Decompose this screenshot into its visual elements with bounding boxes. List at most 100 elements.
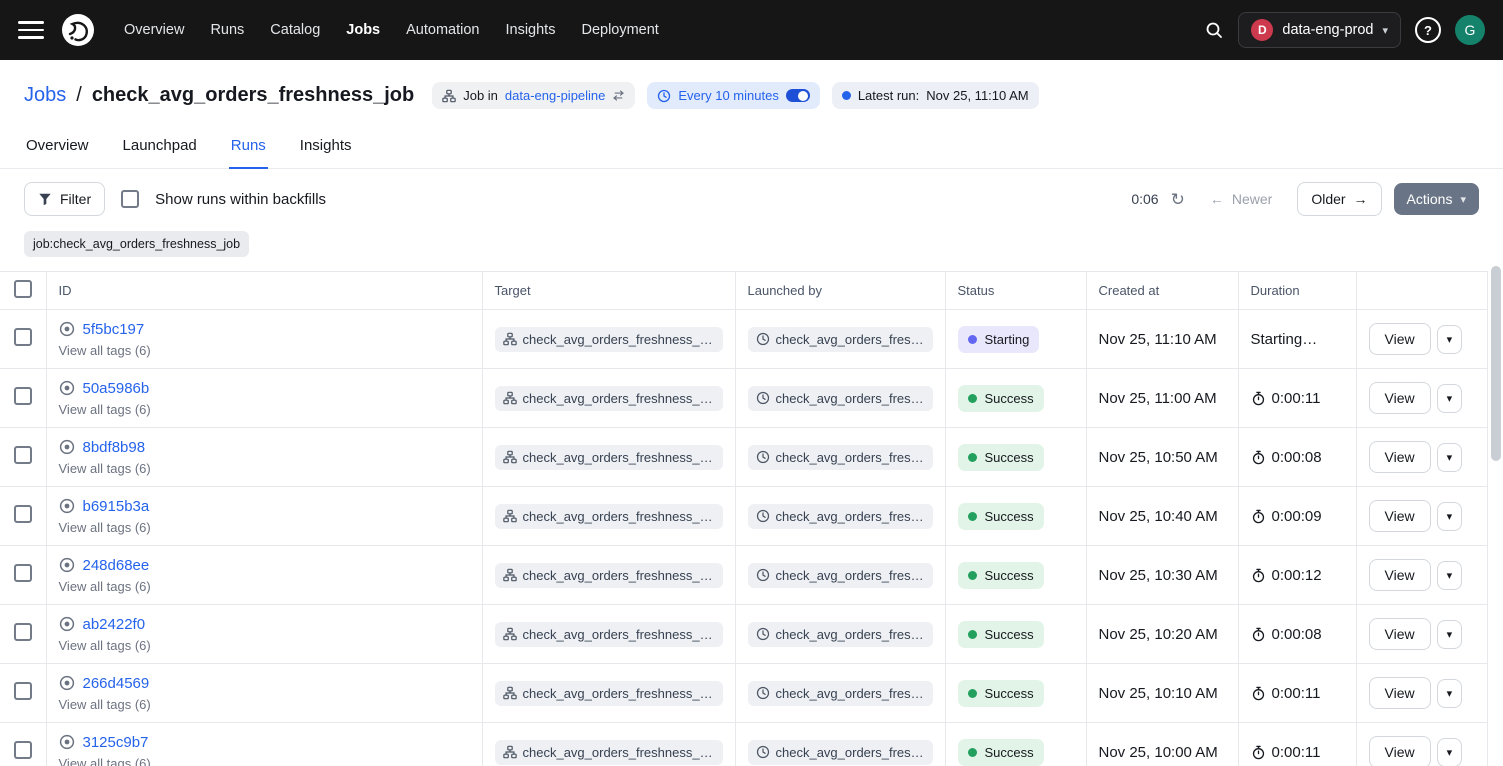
- row-checkbox[interactable]: [14, 682, 32, 700]
- breadcrumb-jobs-link[interactable]: Jobs: [24, 84, 66, 107]
- filter-button[interactable]: Filter: [24, 182, 105, 216]
- row-checkbox[interactable]: [14, 741, 32, 759]
- view-button[interactable]: View: [1369, 323, 1431, 355]
- select-all-checkbox[interactable]: [14, 280, 32, 298]
- launched-by-chip[interactable]: check_avg_orders_freshn…: [748, 740, 933, 765]
- view-dropdown-button[interactable]: ▾: [1437, 620, 1463, 649]
- target-chip[interactable]: check_avg_orders_freshness_job: [495, 327, 723, 352]
- view-all-tags-link[interactable]: View all tags (6): [59, 756, 470, 766]
- status-badge: Success: [958, 444, 1044, 471]
- launched-by-chip[interactable]: check_avg_orders_freshn…: [748, 622, 933, 647]
- launched-by-chip[interactable]: check_avg_orders_freshn…: [748, 445, 933, 470]
- help-icon[interactable]: ?: [1415, 17, 1441, 43]
- job-filter-tag[interactable]: job:check_avg_orders_freshness_job: [24, 231, 249, 257]
- view-dropdown-button[interactable]: ▾: [1437, 384, 1463, 413]
- tab-insights[interactable]: Insights: [298, 137, 354, 168]
- search-icon[interactable]: [1204, 20, 1224, 40]
- target-chip[interactable]: check_avg_orders_freshness_job: [495, 563, 723, 588]
- nav-item-overview[interactable]: Overview: [124, 22, 184, 38]
- view-button[interactable]: View: [1369, 618, 1431, 650]
- target-chip[interactable]: check_avg_orders_freshness_job: [495, 740, 723, 765]
- run-status-icon: [59, 321, 75, 337]
- run-id-link[interactable]: ab2422f0: [83, 616, 146, 633]
- dagster-logo[interactable]: [60, 12, 96, 48]
- row-checkbox[interactable]: [14, 564, 32, 582]
- latest-run-time: Nov 25, 11:10 AM: [926, 88, 1028, 103]
- view-button[interactable]: View: [1369, 382, 1431, 414]
- view-button[interactable]: View: [1369, 736, 1431, 766]
- view-button[interactable]: View: [1369, 559, 1431, 591]
- view-all-tags-link[interactable]: View all tags (6): [59, 579, 470, 594]
- hamburger-menu-icon[interactable]: [18, 18, 44, 42]
- nav-item-insights[interactable]: Insights: [505, 22, 555, 38]
- status-dot: [968, 689, 977, 698]
- view-button[interactable]: View: [1369, 441, 1431, 473]
- newer-button[interactable]: ← Newer: [1197, 183, 1285, 215]
- view-dropdown-button[interactable]: ▾: [1437, 325, 1463, 354]
- target-label: check_avg_orders_freshness_job: [523, 745, 715, 760]
- view-dropdown-button[interactable]: ▾: [1437, 679, 1463, 708]
- nav-item-deployment[interactable]: Deployment: [581, 22, 658, 38]
- view-dropdown-button[interactable]: ▾: [1437, 738, 1463, 766]
- run-id-link[interactable]: 266d4569: [83, 675, 150, 692]
- launched-by-chip[interactable]: check_avg_orders_freshn…: [748, 563, 933, 588]
- row-checkbox[interactable]: [14, 623, 32, 641]
- nav-item-jobs[interactable]: Jobs: [346, 22, 380, 38]
- view-dropdown-button[interactable]: ▾: [1437, 561, 1463, 590]
- target-chip[interactable]: check_avg_orders_freshness_job: [495, 622, 723, 647]
- vertical-scrollbar: [1491, 266, 1501, 764]
- older-button[interactable]: Older →: [1297, 182, 1381, 216]
- view-all-tags-link[interactable]: View all tags (6): [59, 697, 470, 712]
- backfills-checkbox[interactable]: [121, 190, 139, 208]
- deployment-selector[interactable]: D data-eng-prod ▾: [1238, 12, 1401, 48]
- target-chip[interactable]: check_avg_orders_freshness_job: [495, 681, 723, 706]
- run-id-link[interactable]: 50a5986b: [83, 380, 150, 397]
- row-checkbox[interactable]: [14, 505, 32, 523]
- launched-by-chip[interactable]: check_avg_orders_freshn…: [748, 327, 933, 352]
- status-badge: Success: [958, 562, 1044, 589]
- nav-item-catalog[interactable]: Catalog: [270, 22, 320, 38]
- scrollbar-thumb[interactable]: [1491, 266, 1501, 461]
- run-id-link[interactable]: 248d68ee: [83, 557, 150, 574]
- run-id-link[interactable]: 3125c9b7: [83, 734, 149, 751]
- tab-launchpad[interactable]: Launchpad: [121, 137, 199, 168]
- target-chip[interactable]: check_avg_orders_freshness_job: [495, 445, 723, 470]
- view-dropdown-button[interactable]: ▾: [1437, 443, 1463, 472]
- target-chip[interactable]: check_avg_orders_freshness_job: [495, 386, 723, 411]
- schedule-toggle[interactable]: [786, 89, 810, 102]
- nav-item-automation[interactable]: Automation: [406, 22, 479, 38]
- created-at: Nov 25, 10:40 AM: [1099, 508, 1218, 525]
- clock-icon: [756, 450, 770, 464]
- view-all-tags-link[interactable]: View all tags (6): [59, 402, 470, 417]
- view-all-tags-link[interactable]: View all tags (6): [59, 461, 470, 476]
- row-checkbox[interactable]: [14, 446, 32, 464]
- view-button[interactable]: View: [1369, 677, 1431, 709]
- launched-by-chip[interactable]: check_avg_orders_freshn…: [748, 681, 933, 706]
- run-id-link[interactable]: 5f5bc197: [83, 321, 145, 338]
- launched-by-chip[interactable]: check_avg_orders_freshn…: [748, 386, 933, 411]
- view-all-tags-link[interactable]: View all tags (6): [59, 638, 470, 653]
- tab-runs[interactable]: Runs: [229, 137, 268, 169]
- page-tabs: Overview Launchpad Runs Insights: [0, 137, 1503, 169]
- row-checkbox[interactable]: [14, 328, 32, 346]
- refresh-icon[interactable]: ↻: [1171, 191, 1185, 208]
- clock-icon: [756, 627, 770, 641]
- run-id-link[interactable]: b6915b3a: [83, 498, 150, 515]
- tab-overview[interactable]: Overview: [24, 137, 91, 168]
- view-dropdown-button[interactable]: ▾: [1437, 502, 1463, 531]
- view-all-tags-link[interactable]: View all tags (6): [59, 343, 470, 358]
- row-checkbox[interactable]: [14, 387, 32, 405]
- user-avatar[interactable]: G: [1455, 15, 1485, 45]
- chevron-down-icon: ▾: [1382, 24, 1388, 37]
- view-button[interactable]: View: [1369, 500, 1431, 532]
- code-location-link[interactable]: data-eng-pipeline: [505, 88, 605, 103]
- target-chip[interactable]: check_avg_orders_freshness_job: [495, 504, 723, 529]
- launched-by-chip[interactable]: check_avg_orders_freshn…: [748, 504, 933, 529]
- job-location-badge: Job in data-eng-pipeline: [432, 82, 635, 109]
- run-id-link[interactable]: 8bdf8b98: [83, 439, 146, 456]
- nav-item-runs[interactable]: Runs: [210, 22, 244, 38]
- created-at: Nov 25, 11:10 AM: [1099, 331, 1217, 348]
- older-button-label: Older: [1311, 191, 1345, 207]
- actions-button[interactable]: Actions ▾: [1394, 183, 1479, 215]
- view-all-tags-link[interactable]: View all tags (6): [59, 520, 470, 535]
